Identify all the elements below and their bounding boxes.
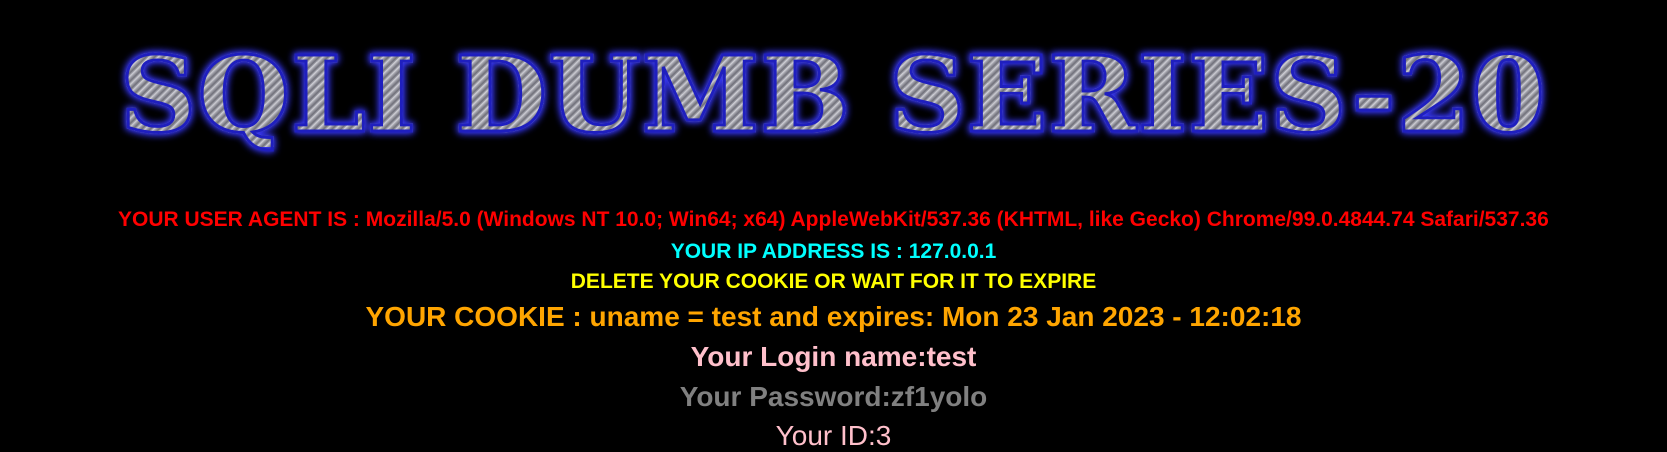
ip-address-text: YOUR IP ADDRESS IS : 127.0.0.1 (670, 240, 997, 263)
password-text: Your Password:zf1yolo (679, 381, 988, 412)
delete-cookie-notice: DELETE YOUR COOKIE OR WAIT FOR IT TO EXP… (570, 270, 1097, 293)
cookie-text: YOUR COOKIE : uname = test and expires: … (365, 301, 1302, 332)
user-id-text: Your ID:3 (775, 420, 892, 451)
page-title: SQLI DUMB SERIES-20 (119, 33, 1547, 156)
title-banner: SQLI DUMB SERIES-20 (0, 30, 1667, 160)
login-name-text: Your Login name:test (690, 341, 977, 372)
user-agent-text: YOUR USER AGENT IS : Mozilla/5.0 (Window… (118, 208, 1549, 231)
